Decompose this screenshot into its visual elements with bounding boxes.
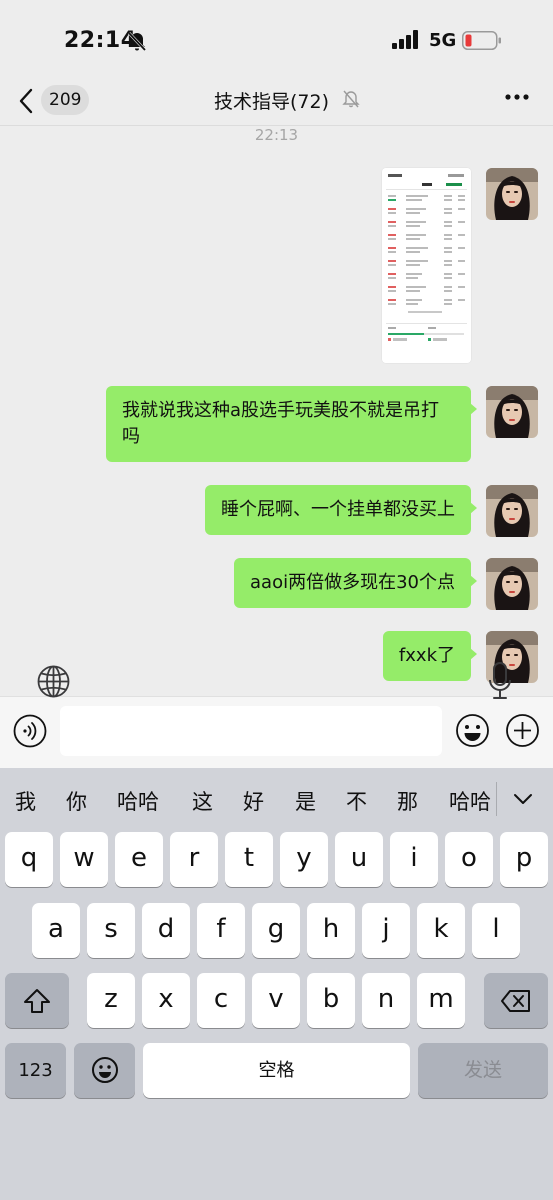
avatar[interactable] <box>486 386 538 438</box>
avatar-portrait <box>486 558 538 610</box>
emoji-icon[interactable] <box>455 713 490 748</box>
candidate-word[interactable]: 好 <box>243 786 264 816</box>
candidate-word[interactable]: 这 <box>192 786 213 816</box>
message-bubble[interactable]: 我就说我这种a股选手玩美股不就是吊打吗 <box>106 386 477 462</box>
candidate-word[interactable]: 我 <box>15 786 36 816</box>
shift-key[interactable] <box>5 973 69 1028</box>
battery-icon <box>462 31 501 50</box>
voice-input-icon[interactable] <box>13 714 47 748</box>
message-bubble[interactable]: aaoi两倍做多现在30个点 <box>234 558 477 608</box>
candidate-word[interactable]: 不 <box>346 786 367 816</box>
chat-input-bar <box>0 696 553 768</box>
message-text: 我就说我这种a股选手玩美股不就是吊打吗 <box>122 400 440 447</box>
shift-icon <box>24 989 50 1013</box>
key-r[interactable]: r <box>170 832 218 887</box>
key-z[interactable]: z <box>87 973 135 1028</box>
key-v[interactable]: v <box>252 973 300 1028</box>
candidate-word[interactable]: 哈哈 <box>117 786 159 816</box>
send-key[interactable]: 发送 <box>418 1043 548 1098</box>
more-icon[interactable] <box>504 92 530 102</box>
key-e[interactable]: e <box>115 832 163 887</box>
chevron-down-icon[interactable] <box>512 790 534 808</box>
keyboard: 我 你 哈哈 这 好 是 不 那 哈哈 q w e r t y u i o p … <box>0 768 553 1200</box>
unread-count-badge[interactable]: 209 <box>41 85 90 115</box>
key-a[interactable]: a <box>32 903 80 958</box>
network-type: 5G <box>429 30 457 51</box>
key-c[interactable]: c <box>197 973 245 1028</box>
key-i[interactable]: i <box>390 832 438 887</box>
chat-header: 209 技术指导(72) <box>0 80 553 126</box>
avatar-portrait <box>486 485 538 537</box>
key-l[interactable]: l <box>472 903 520 958</box>
message-bubble[interactable]: fxxk了 <box>382 631 478 681</box>
key-j[interactable]: j <box>362 903 410 958</box>
key-f[interactable]: f <box>197 903 245 958</box>
key-s[interactable]: s <box>87 903 135 958</box>
key-n[interactable]: n <box>362 973 410 1028</box>
avatar-portrait <box>486 168 538 220</box>
key-w[interactable]: w <box>60 832 108 887</box>
microphone-icon[interactable] <box>488 662 512 700</box>
back-icon[interactable] <box>16 86 38 116</box>
key-m[interactable]: m <box>417 973 465 1028</box>
avatar[interactable] <box>486 168 538 220</box>
message-bubble[interactable]: 睡个屁啊、一个挂单都没买上 <box>205 485 477 535</box>
candidate-divider <box>496 782 497 816</box>
image-message[interactable] <box>382 168 471 363</box>
avatar-portrait <box>486 386 538 438</box>
key-k[interactable]: k <box>417 903 465 958</box>
emoji-key[interactable] <box>74 1043 135 1098</box>
key-b[interactable]: b <box>307 973 355 1028</box>
candidate-bar: 我 你 哈哈 这 好 是 不 那 哈哈 <box>0 768 553 830</box>
bell-off-icon <box>127 31 147 52</box>
emoji-icon <box>91 1057 118 1083</box>
key-q[interactable]: q <box>5 832 53 887</box>
message-input[interactable] <box>60 706 442 756</box>
message-text: fxxk了 <box>398 645 455 666</box>
candidate-word[interactable]: 那 <box>397 786 418 816</box>
message-text: aaoi两倍做多现在30个点 <box>250 572 455 593</box>
plus-icon[interactable] <box>505 713 540 748</box>
signal-icon <box>392 30 418 49</box>
globe-icon[interactable] <box>36 664 71 699</box>
backspace-icon <box>501 990 530 1012</box>
candidate-word[interactable]: 是 <box>295 786 316 816</box>
key-g[interactable]: g <box>252 903 300 958</box>
key-d[interactable]: d <box>142 903 190 958</box>
avatar[interactable] <box>486 485 538 537</box>
candidate-word[interactable]: 哈哈 <box>449 786 491 816</box>
key-u[interactable]: u <box>335 832 383 887</box>
message-timestamp: 22:13 <box>254 126 299 144</box>
backspace-key[interactable] <box>484 973 548 1028</box>
message-text: 睡个屁啊、一个挂单都没买上 <box>221 499 455 520</box>
key-p[interactable]: p <box>500 832 548 887</box>
status-bar: 22:14 5G <box>0 0 553 80</box>
key-o[interactable]: o <box>445 832 493 887</box>
chat-title[interactable]: 技术指导(72) <box>214 87 329 114</box>
space-key[interactable]: 空格 <box>143 1043 410 1098</box>
mute-icon <box>342 90 360 108</box>
avatar[interactable] <box>486 558 538 610</box>
key-x[interactable]: x <box>142 973 190 1028</box>
key-y[interactable]: y <box>280 832 328 887</box>
key-h[interactable]: h <box>307 903 355 958</box>
trading-screenshot-thumbnail <box>382 168 471 363</box>
key-t[interactable]: t <box>225 832 273 887</box>
candidate-word[interactable]: 你 <box>66 786 87 816</box>
numbers-key[interactable]: 123 <box>5 1043 66 1098</box>
